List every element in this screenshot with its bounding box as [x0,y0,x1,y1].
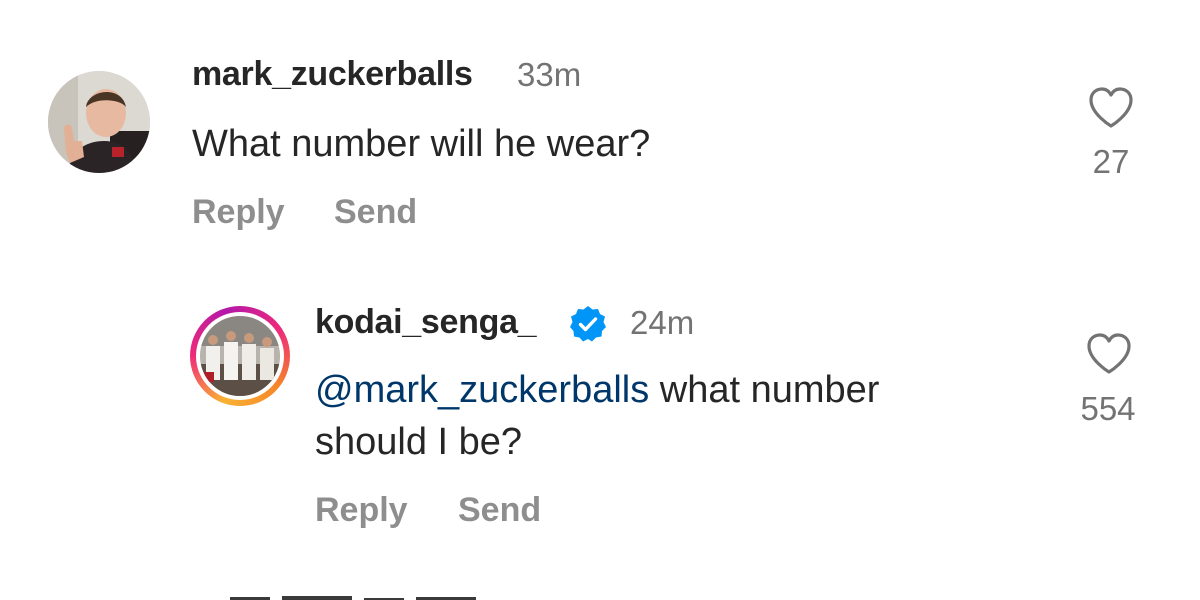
like-count: 554 [1080,390,1136,427]
reply-button[interactable]: Reply [315,491,408,530]
story-ring[interactable] [190,306,290,406]
reply-comment: kodai_senga_ 24m @mark_zuckerballs what … [0,0,1200,529]
avatar [200,316,280,396]
comment-timestamp: 24m [630,304,695,341]
next-comment-preview [230,590,490,600]
comment-username[interactable]: kodai_senga_ [315,303,537,342]
comment-text: @mark_zuckerballs what number should I b… [315,364,995,468]
send-button[interactable]: Send [458,491,541,530]
verified-badge-icon [570,306,606,342]
mention-link[interactable]: @mark_zuckerballs [315,369,649,411]
heart-outline-icon[interactable] [1085,332,1133,376]
